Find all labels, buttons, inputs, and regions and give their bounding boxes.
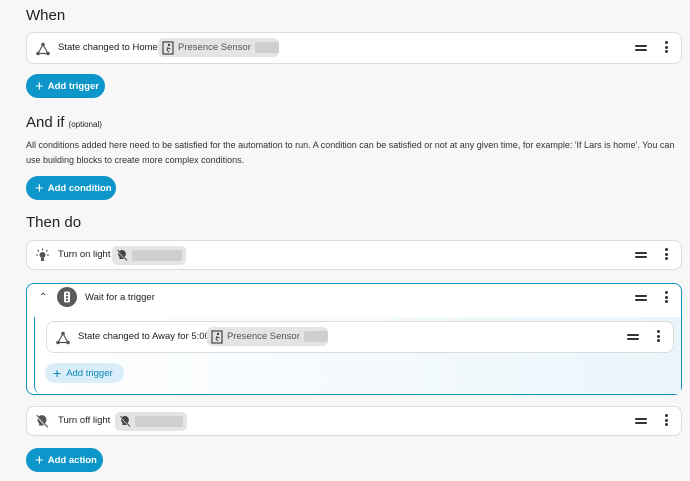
entity-name: Presence Sensor — [227, 331, 300, 342]
action-row-turn-on-light[interactable]: Turn on light — [26, 240, 682, 270]
more-options-icon[interactable] — [665, 291, 669, 305]
entity-chip[interactable]: Presence Sensor — [158, 38, 279, 57]
plus-icon: + — [35, 179, 44, 197]
optional-label: (optional) — [68, 120, 102, 129]
add-trigger-label: Add trigger — [66, 367, 113, 379]
entity-name: Presence Sensor — [178, 42, 251, 53]
light-off-icon — [35, 414, 49, 429]
add-trigger-button[interactable]: + Add trigger — [26, 74, 105, 98]
add-condition-label: Add condition — [47, 182, 112, 194]
light-entity-chip[interactable] — [115, 412, 187, 431]
trigger-label: State changed to Home — [58, 42, 158, 53]
entity-redacted — [303, 331, 328, 342]
state-trigger-icon — [36, 42, 50, 56]
plus-icon: + — [53, 365, 62, 381]
add-trigger-label: Add trigger — [47, 80, 99, 92]
more-options-icon[interactable] — [665, 248, 669, 262]
wait-for-trigger-card[interactable]: ⌃ Wait for a trigger State changed to Aw… — [26, 283, 682, 395]
drag-handle-icon[interactable] — [635, 418, 647, 426]
presence-sensor-icon — [211, 329, 223, 344]
section-title-then-do: Then do — [26, 214, 82, 231]
section-title-and-if: And if (optional) — [26, 114, 102, 131]
drag-handle-icon[interactable] — [635, 45, 647, 53]
light-on-icon — [36, 248, 49, 261]
and-if-title: And if — [26, 114, 65, 131]
more-options-icon[interactable] — [665, 41, 669, 55]
light-off-icon — [116, 249, 128, 262]
more-options-icon[interactable] — [657, 330, 661, 344]
presence-sensor-icon — [162, 40, 174, 55]
add-condition-button[interactable]: + Add condition — [26, 176, 116, 200]
add-action-button[interactable]: + Add action — [26, 448, 103, 472]
wait-label: Wait for a trigger — [85, 292, 155, 303]
section-title-when: When — [26, 7, 66, 24]
drag-handle-icon[interactable] — [635, 252, 647, 260]
wait-trigger-container: State changed to Away for 5:00 Presence … — [34, 317, 681, 394]
chevron-up-icon[interactable]: ⌃ — [39, 292, 47, 303]
traffic-light-icon — [57, 287, 77, 307]
trigger-row-away[interactable]: State changed to Away for 5:00 Presence … — [46, 321, 674, 353]
action-label: Turn on light — [58, 249, 111, 260]
action-row-turn-off-light[interactable]: Turn off light — [26, 406, 682, 436]
drag-handle-icon[interactable] — [635, 295, 647, 303]
add-nested-trigger-button[interactable]: + Add trigger — [45, 363, 124, 383]
condition-description: All conditions added here need to be sat… — [26, 140, 675, 165]
entity-redacted — [254, 42, 279, 53]
more-options-icon[interactable] — [665, 414, 669, 428]
state-trigger-icon — [56, 331, 70, 345]
light-entity-chip[interactable] — [112, 246, 186, 265]
plus-icon: + — [35, 451, 44, 469]
plus-icon: + — [35, 77, 44, 95]
drag-handle-icon[interactable] — [627, 334, 639, 342]
trigger-label: State changed to Away for 5:00 — [78, 331, 210, 342]
action-label: Turn off light — [58, 415, 111, 426]
entity-chip[interactable]: Presence Sensor — [207, 327, 328, 346]
light-off-icon — [119, 415, 131, 428]
trigger-row-home[interactable]: State changed to Home Presence Sensor — [26, 32, 682, 64]
entity-redacted — [135, 416, 183, 427]
entity-redacted — [132, 250, 182, 261]
add-action-label: Add action — [47, 454, 97, 466]
